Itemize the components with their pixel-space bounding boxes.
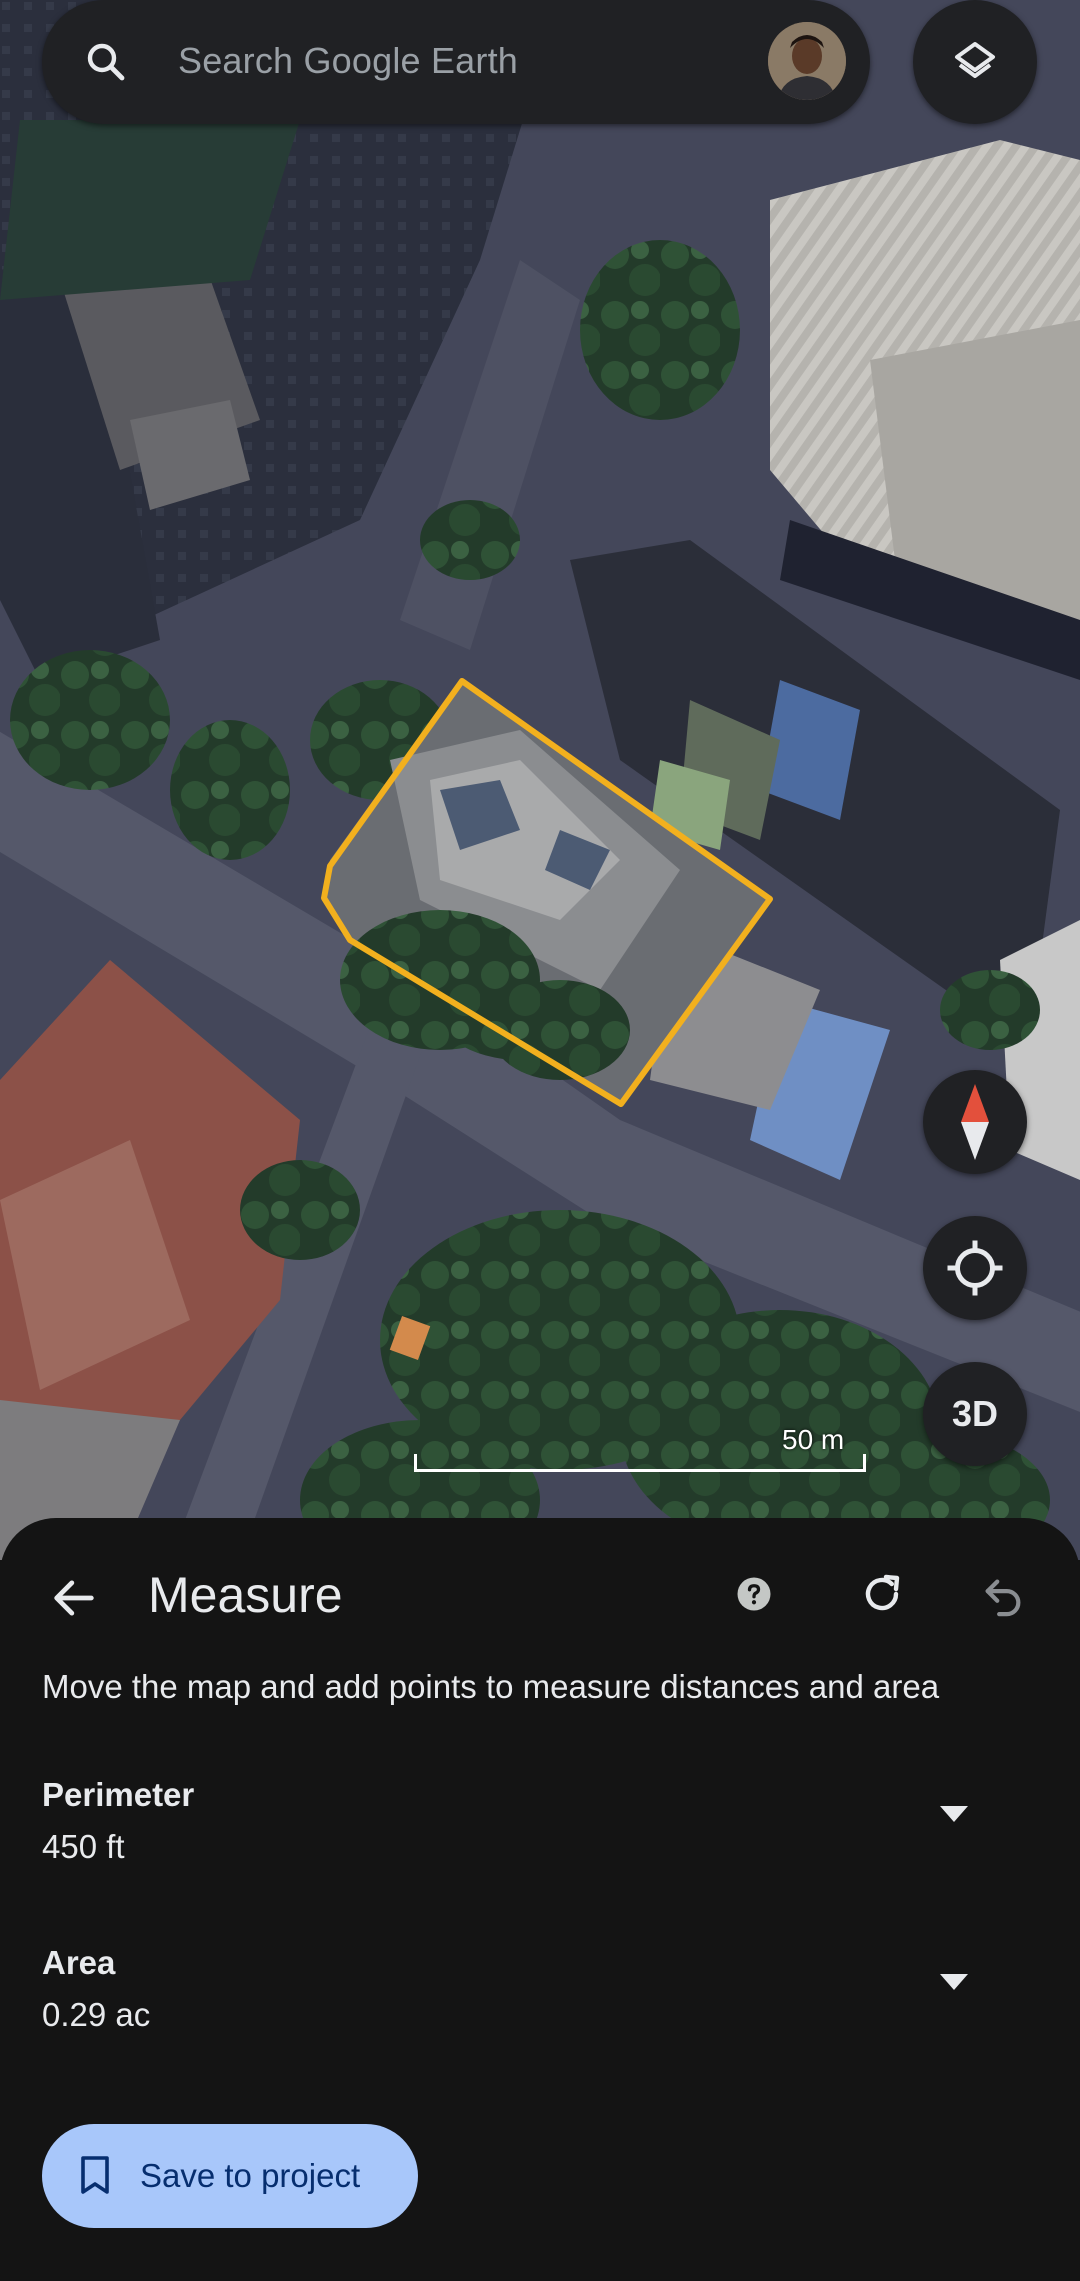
compass-icon [961, 1084, 989, 1160]
compass-button[interactable] [923, 1070, 1027, 1174]
area-unit-dropdown-icon[interactable] [940, 1974, 968, 1990]
layers-button[interactable] [913, 0, 1037, 124]
my-location-icon [947, 1240, 1003, 1296]
my-location-button[interactable] [923, 1216, 1027, 1320]
area-value: 0.29 ac [42, 1996, 151, 2033]
measure-instruction: Move the map and add points to measure d… [42, 1668, 940, 1705]
perimeter-value: 450 ft [42, 1828, 125, 1865]
measure-sheet: Measure Move the map and add points to m… [0, 1518, 1080, 2281]
search-bar[interactable]: Search Google Earth [42, 0, 870, 124]
arrow-back-icon[interactable] [48, 1572, 100, 1624]
save-to-project-button[interactable]: Save to project [42, 2124, 418, 2228]
satellite-imagery [0, 0, 1080, 1560]
scale-label: 50 m [782, 1424, 845, 1455]
perimeter-label: Perimeter [42, 1776, 195, 1813]
refresh-icon[interactable] [858, 1570, 906, 1618]
undo-icon[interactable] [980, 1572, 1026, 1618]
search-placeholder[interactable]: Search Google Earth [178, 40, 518, 82]
3d-toggle-button[interactable]: 3D [923, 1362, 1027, 1466]
account-avatar[interactable] [768, 22, 846, 100]
save-button-label: Save to project [140, 2157, 361, 2194]
area-label: Area [42, 1944, 116, 1981]
satellite-map[interactable] [0, 0, 1080, 1560]
search-icon [87, 43, 125, 81]
help-icon[interactable] [736, 1576, 772, 1612]
sheet-title: Measure [148, 1567, 343, 1623]
perimeter-unit-dropdown-icon[interactable] [940, 1806, 968, 1822]
layers-icon [955, 42, 995, 78]
bookmark-icon [81, 2156, 109, 2194]
